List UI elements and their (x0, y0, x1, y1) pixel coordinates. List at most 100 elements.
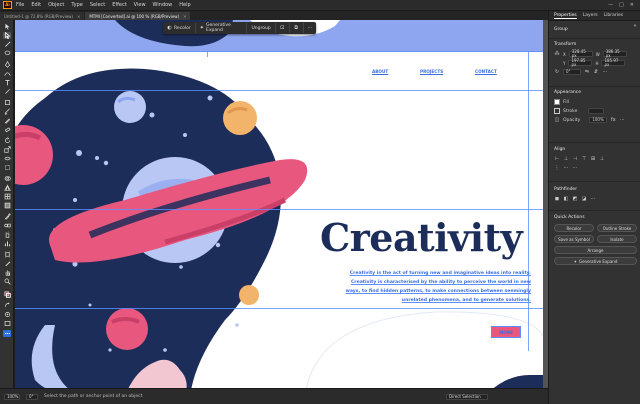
angle-field[interactable]: 0° (563, 69, 581, 75)
fx-icon[interactable]: fx (610, 117, 616, 123)
lasso-tool-icon[interactable] (3, 50, 11, 57)
tool-status-field[interactable]: Direct Selection (446, 393, 488, 400)
canvas-area[interactable]: ABOUT PROJECTS CONTACT Creativity Creati… (15, 20, 548, 396)
align-top-icon[interactable]: ⊤ (581, 156, 587, 162)
nav-link-about[interactable]: ABOUT (372, 69, 388, 74)
align-right-icon[interactable]: ⊣ (572, 156, 578, 162)
duplicate-button[interactable]: ⧉ (290, 23, 304, 33)
generative-expand-action-button[interactable]: ✦ Generative Expand (554, 257, 637, 265)
direct-selection-tool-icon[interactable] (3, 32, 11, 39)
lock-button[interactable]: ⊡ (276, 23, 290, 33)
align-left-icon[interactable]: ⊢ (554, 156, 560, 162)
generative-expand-button[interactable]: ✦ Generative Expand (196, 23, 248, 33)
reference-point-icon[interactable]: ⁂ (554, 51, 560, 57)
fill-stroke-swatch[interactable] (3, 290, 11, 299)
opacity-field[interactable]: 100% (589, 117, 608, 123)
headline-text[interactable]: Creativity (320, 215, 523, 260)
menu-edit[interactable]: Edit (31, 2, 41, 8)
paintbrush-tool-icon[interactable] (3, 108, 11, 115)
gradient-tool-icon[interactable] (3, 202, 11, 209)
stroke-swatch[interactable] (554, 108, 560, 114)
minimize-icon[interactable]: — (608, 2, 613, 8)
more-align-icon[interactable]: ⋯ (572, 165, 578, 171)
body-paragraph[interactable]: Creativity is the act of turning new and… (335, 269, 531, 305)
recolor-action-button[interactable]: Recolor (554, 224, 594, 232)
screen-mode-icon[interactable] (3, 320, 11, 327)
arrange-button[interactable]: Arrange (554, 246, 637, 254)
ungroup-button[interactable]: Ungroup (247, 23, 276, 33)
rotate-tool-icon[interactable] (3, 137, 11, 144)
slice-tool-icon[interactable] (3, 260, 11, 267)
tab-mtmi[interactable]: MTMI [Converted].ai @ 100 % (RGB/Preview… (85, 12, 191, 20)
shape-builder-icon[interactable] (3, 175, 11, 182)
eraser-tool-icon[interactable] (3, 126, 11, 133)
pencil-tool-icon[interactable] (3, 117, 11, 124)
zoom-tool-icon[interactable] (3, 278, 11, 285)
perspective-grid-icon[interactable] (3, 184, 11, 191)
menu-help[interactable]: Help (179, 2, 190, 8)
align-middle-icon[interactable]: ⊞ (590, 156, 596, 162)
menu-object[interactable]: Object (48, 2, 64, 8)
menu-select[interactable]: Select (90, 2, 105, 8)
eyedropper-tool-icon[interactable] (3, 213, 11, 220)
menu-file[interactable]: File (16, 2, 24, 8)
recolor-button[interactable]: ◐ Recolor (163, 23, 196, 33)
nav-link-contact[interactable]: CONTACT (475, 69, 497, 74)
column-graph-icon[interactable] (3, 240, 11, 247)
width-tool-icon[interactable] (3, 155, 11, 162)
more-transform-icon[interactable]: ⋯ (602, 69, 608, 75)
flip-vertical-icon[interactable]: ⇵ (593, 69, 599, 75)
rotate-view-field[interactable]: 0° (26, 393, 38, 400)
tab-libraries[interactable]: Libraries (604, 13, 623, 18)
menu-type[interactable]: Type (71, 2, 82, 8)
stroke-weight-field[interactable] (588, 108, 605, 114)
outline-stroke-button[interactable]: Outline Stroke (597, 224, 637, 232)
save-as-symbol-button[interactable]: Save as Symbol (554, 235, 594, 243)
flip-horizontal-icon[interactable]: ⇋ (584, 69, 590, 75)
zoom-field[interactable]: 100% (4, 393, 20, 400)
fill-swatch[interactable] (554, 99, 560, 105)
nav-link-projects[interactable]: PROJECTS (420, 69, 443, 74)
drawing-mode-icon[interactable] (3, 311, 11, 318)
more-options-button[interactable]: ··· (304, 23, 316, 33)
tab-properties[interactable]: Properties (554, 13, 577, 19)
align-bottom-icon[interactable]: ⊥ (599, 156, 605, 162)
type-tool-icon[interactable] (3, 79, 11, 86)
distribute-h-icon[interactable]: ⋯ (563, 165, 569, 171)
distribute-icon[interactable]: ⋮ (554, 165, 560, 171)
free-transform-icon[interactable] (3, 164, 11, 171)
minus-front-icon[interactable]: ◧ (563, 196, 569, 202)
panel-collapse-icon[interactable]: » (632, 23, 638, 29)
magic-wand-icon[interactable] (3, 41, 11, 48)
more-appearance-icon[interactable]: ⋯ (619, 117, 625, 123)
maximize-icon[interactable]: □ (619, 2, 624, 8)
hand-tool-icon[interactable] (3, 269, 11, 276)
mesh-tool-icon[interactable] (3, 193, 11, 200)
tab-close-icon[interactable]: ✕ (77, 14, 80, 19)
tab-close-icon[interactable]: ✕ (183, 14, 186, 19)
blend-tool-icon[interactable] (3, 222, 11, 229)
x-field[interactable]: 328.45 px (568, 50, 593, 58)
more-button[interactable]: MORE (491, 326, 521, 338)
line-tool-icon[interactable] (3, 88, 11, 95)
intersect-icon[interactable]: ◩ (572, 196, 578, 202)
symbol-sprayer-icon[interactable] (3, 231, 11, 238)
menu-effect[interactable]: Effect (112, 2, 126, 8)
menu-view[interactable]: View (134, 2, 146, 8)
close-icon[interactable]: ✕ (630, 2, 634, 8)
isolate-button[interactable]: Isolate (597, 235, 637, 243)
scale-tool-icon[interactable] (3, 146, 11, 153)
artboard[interactable]: ABOUT PROJECTS CONTACT Creativity Creati… (15, 20, 545, 396)
align-center-icon[interactable]: ⊥ (563, 156, 569, 162)
menu-window[interactable]: Window (153, 2, 173, 8)
selection-tool-icon[interactable] (3, 23, 11, 30)
space-illustration[interactable] (15, 20, 545, 396)
edit-toolbar-icon[interactable] (3, 330, 11, 337)
height-field[interactable]: 185.97 px (601, 59, 626, 67)
pen-tool-icon[interactable] (3, 61, 11, 68)
y-field[interactable]: 197.85 px (568, 59, 593, 67)
curvature-tool-icon[interactable] (3, 70, 11, 77)
tab-untitled[interactable]: Untitled-1 @ 72.8% (RGB/Preview) ✕ (0, 12, 85, 20)
more-pathfinder-icon[interactable]: ⋯ (590, 196, 596, 202)
exclude-icon[interactable]: ◪ (581, 196, 587, 202)
